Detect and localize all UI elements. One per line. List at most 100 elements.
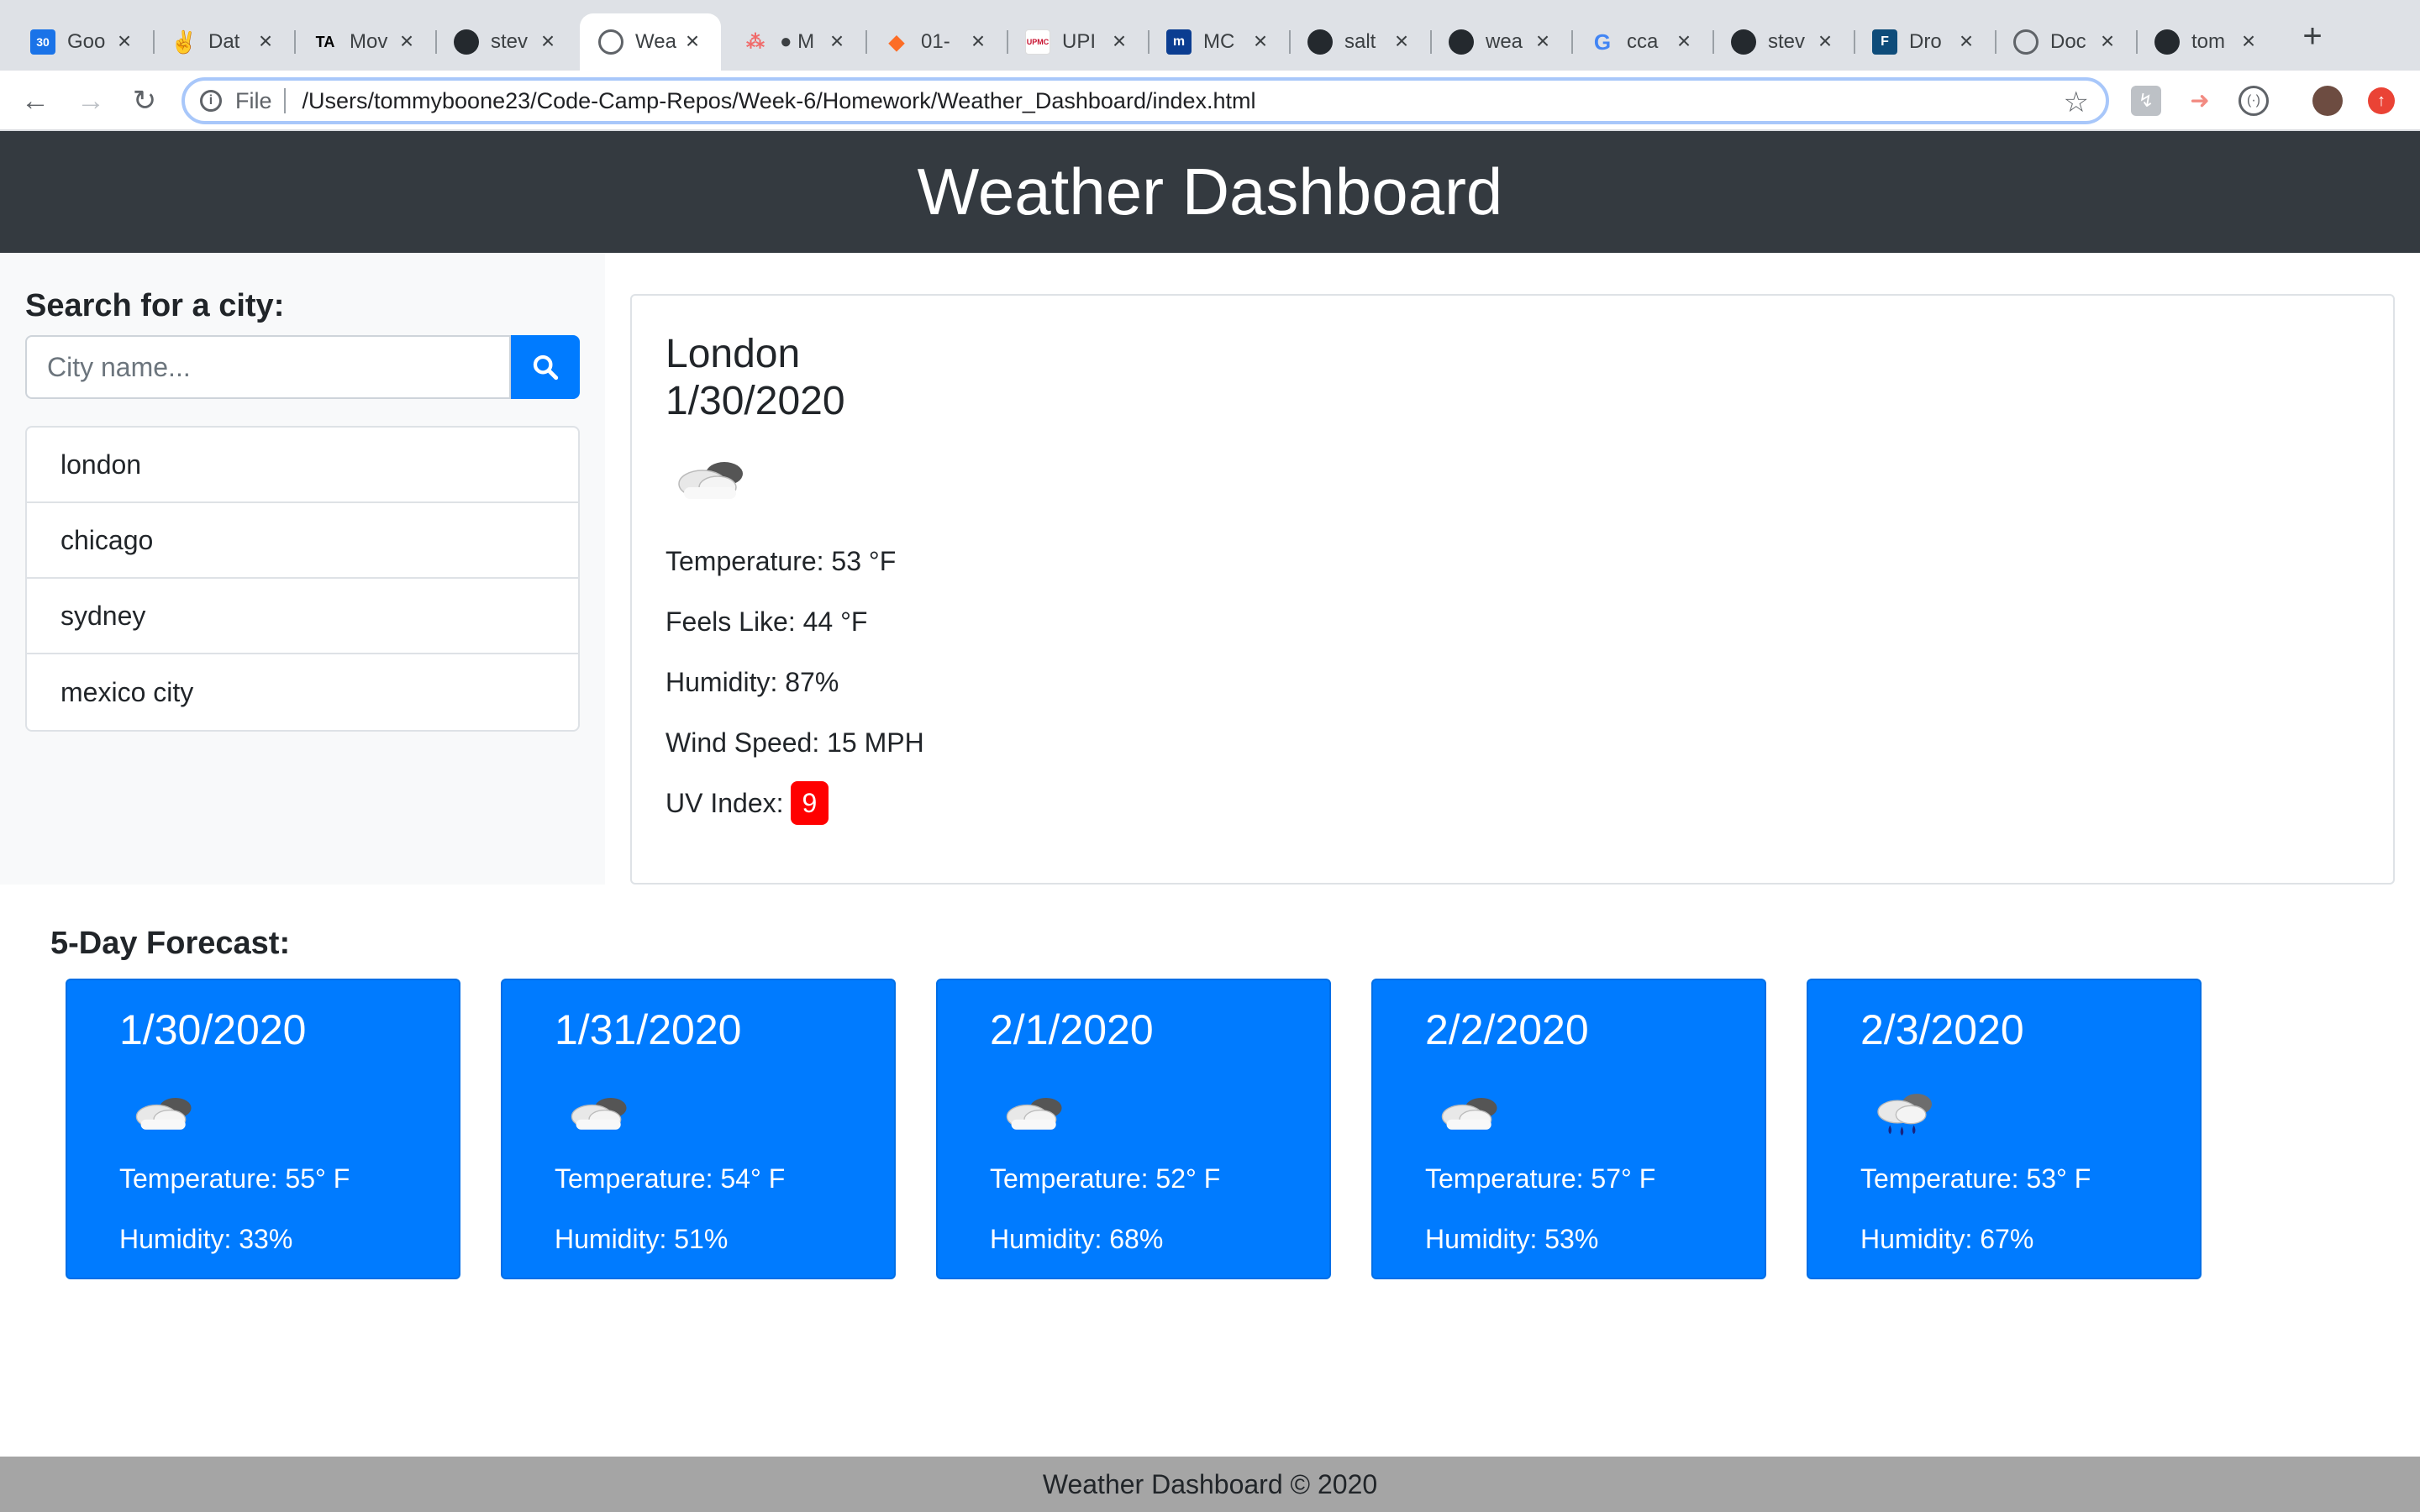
tab-title: Dat	[208, 30, 240, 53]
current-humidity: Humidity: 87%	[666, 667, 839, 697]
browser-tab-bar: 30 Goo × ✌ Dat × TA Mov × stev × Wea × ⁂…	[0, 0, 2420, 71]
header: Weather Dashboard	[0, 131, 2420, 253]
forecast-card: 2/1/2020 Temperature: 52° F Humidity: 68…	[936, 979, 1331, 1279]
tab-title: ● M	[780, 30, 815, 53]
github-icon	[1307, 29, 1333, 55]
close-icon[interactable]: ×	[1815, 29, 1835, 53]
browser-tab[interactable]: G cca ×	[1571, 13, 1714, 71]
update-icon[interactable]: ↑	[2368, 87, 2395, 114]
page: Weather Dashboard Search for a city: lon…	[0, 131, 2420, 1512]
browser-tab[interactable]: Doc ×	[1995, 13, 2138, 71]
tab-title: stev	[1768, 30, 1806, 53]
forecast-date: 1/31/2020	[555, 1006, 742, 1053]
extension-icon[interactable]: ➜	[2185, 86, 2215, 116]
tab-title: Dro	[1909, 30, 1942, 53]
forecast-date: 2/2/2020	[1425, 1006, 1589, 1053]
close-icon[interactable]: ×	[114, 29, 134, 53]
browser-tab[interactable]: ⁂ ● M ×	[724, 13, 867, 71]
reload-icon[interactable]: ↻	[126, 82, 163, 119]
browser-tab[interactable]: ◆ 01- ×	[865, 13, 1008, 71]
browser-tab[interactable]: stev ×	[435, 13, 576, 71]
uv-label: UV Index:	[666, 788, 784, 818]
current-wind-speed: Wind Speed: 15 MPH	[666, 727, 924, 758]
tab-title: Doc	[2050, 30, 2086, 53]
forecast-date: 2/1/2020	[990, 1006, 1154, 1053]
history-item[interactable]: london	[27, 428, 578, 503]
close-icon[interactable]: ×	[1956, 29, 1976, 53]
close-icon[interactable]: ×	[255, 29, 276, 53]
close-icon[interactable]: ×	[1533, 29, 1553, 53]
gitlab-icon: ◆	[888, 30, 905, 54]
close-icon[interactable]: ×	[2097, 29, 2118, 53]
current-weather-card: London 1/30/2020 Temperature: 53 °F Feel…	[630, 294, 2395, 885]
tab-title: tom	[2191, 30, 2226, 53]
close-icon[interactable]: ×	[968, 29, 988, 53]
tab-title: cca	[1627, 30, 1659, 53]
close-icon[interactable]: ×	[1250, 29, 1270, 53]
m-logo-icon: m	[1166, 29, 1192, 55]
forward-arrow-icon[interactable]: →	[72, 82, 109, 119]
history-item[interactable]: sydney	[27, 579, 578, 654]
back-arrow-icon[interactable]: ←	[17, 82, 54, 119]
browser-tab[interactable]: 30 Goo ×	[12, 13, 155, 71]
current-temperature: Temperature: 53 °F	[666, 546, 897, 576]
history-item[interactable]: chicago	[27, 503, 578, 579]
close-icon[interactable]: ×	[1674, 29, 1694, 53]
url-text[interactable]: /Users/tommyboone23/Code-Camp-Repos/Week…	[302, 88, 1256, 114]
avatar[interactable]	[2312, 86, 2343, 116]
close-icon[interactable]: ×	[397, 29, 417, 53]
extension-icon[interactable]: ↯	[2131, 86, 2161, 116]
browser-tab[interactable]: wea ×	[1430, 13, 1573, 71]
search-icon	[533, 354, 559, 381]
forecast-temperature: Temperature: 57° F	[1425, 1163, 1656, 1194]
browser-tab[interactable]: m MC ×	[1148, 13, 1291, 71]
browser-tab[interactable]: TA Mov ×	[294, 13, 437, 71]
close-icon[interactable]: ×	[827, 29, 847, 53]
tab-title: Goo	[67, 30, 106, 53]
history-item[interactable]: mexico city	[27, 654, 578, 730]
search-history-list: london chicago sydney mexico city	[25, 426, 580, 732]
forecast-card: 2/2/2020 Temperature: 57° F Humidity: 53…	[1371, 979, 1766, 1279]
forecast-humidity: Humidity: 53%	[1425, 1224, 1599, 1254]
tab-title: MC	[1203, 30, 1235, 53]
current-feels-like: Feels Like: 44 °F	[666, 606, 868, 637]
new-tab-button[interactable]: +	[2297, 19, 2328, 53]
search-button[interactable]	[511, 335, 580, 399]
extension-icon[interactable]: (·)	[2238, 86, 2269, 116]
github-icon	[1449, 29, 1474, 55]
uv-index-row: UV Index: 9	[666, 781, 829, 825]
globe-icon	[598, 29, 623, 55]
github-icon	[454, 29, 479, 55]
bookmark-star-icon[interactable]: ☆	[2064, 86, 2089, 119]
f-logo-icon: F	[1872, 29, 1897, 55]
close-icon[interactable]: ×	[682, 29, 702, 53]
browser-tab[interactable]: F Dro ×	[1854, 13, 1996, 71]
upmc-icon: UPMC	[1025, 29, 1050, 55]
forecast-card: 1/31/2020 Temperature: 54° F Humidity: 5…	[501, 979, 896, 1279]
footer: Weather Dashboard © 2020	[0, 1457, 2420, 1512]
close-icon[interactable]: ×	[538, 29, 558, 53]
browser-tab[interactable]: stev ×	[1712, 13, 1855, 71]
google-icon: G	[1593, 29, 1612, 55]
browser-tab-active[interactable]: Wea ×	[580, 13, 721, 71]
browser-tab[interactable]: UPMC UPI ×	[1007, 13, 1150, 71]
address-bar[interactable]: i File /Users/tommyboone23/Code-Camp-Rep…	[182, 77, 2109, 124]
browser-tab[interactable]: tom ×	[2136, 13, 2277, 71]
close-icon[interactable]: ×	[1109, 29, 1129, 53]
browser-tab[interactable]: salt ×	[1289, 13, 1432, 71]
github-icon	[2154, 29, 2180, 55]
close-icon[interactable]: ×	[1392, 29, 1412, 53]
browser-tab[interactable]: ✌ Dat ×	[153, 13, 296, 71]
close-icon[interactable]: ×	[2238, 29, 2259, 53]
tab-title: 01-	[921, 30, 950, 53]
search-label: Search for a city:	[25, 288, 285, 323]
cloudy-icon	[1432, 1088, 1507, 1142]
tab-title: UPI	[1062, 30, 1097, 53]
city-name: London	[666, 332, 801, 376]
tab-title: Mov	[350, 30, 388, 53]
cloudy-icon	[997, 1088, 1072, 1142]
info-icon[interactable]: i	[200, 90, 222, 112]
globe-icon	[2013, 29, 2039, 55]
forecast-humidity: Humidity: 33%	[119, 1224, 293, 1254]
search-input[interactable]	[25, 335, 511, 399]
